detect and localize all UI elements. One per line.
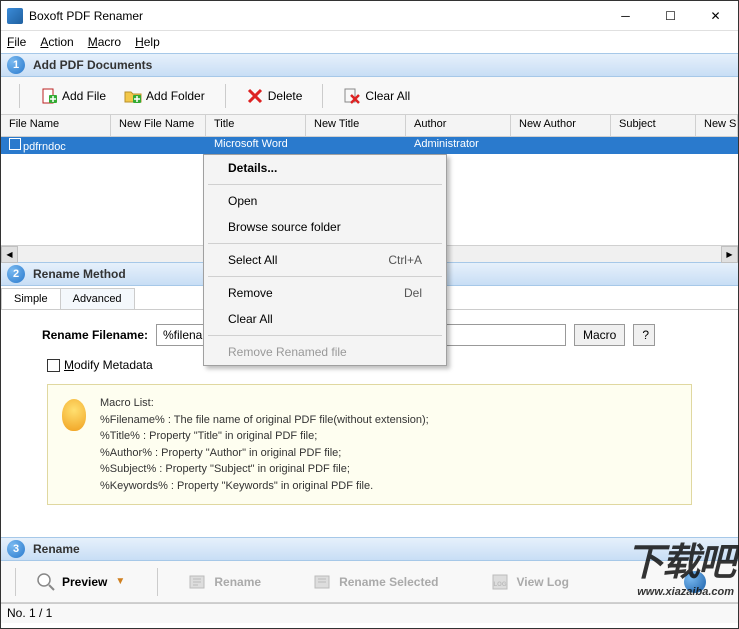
- rename-selected-label: Rename Selected: [339, 575, 438, 589]
- menubar: File Action Macro Help: [1, 31, 738, 53]
- th-new-file-name[interactable]: New File Name: [111, 115, 206, 136]
- macro-info-box: Macro List: %Filename% : The file name o…: [47, 384, 692, 505]
- macro-list-header: Macro List:: [100, 395, 429, 412]
- round-button[interactable]: [684, 571, 706, 593]
- table-header: File Name New File Name Title New Title …: [1, 115, 738, 137]
- th-new-title[interactable]: New Title: [306, 115, 406, 136]
- th-author[interactable]: Author: [406, 115, 511, 136]
- cm-details[interactable]: Details...: [204, 155, 446, 181]
- modify-metadata-label: Modify Metadata: [64, 358, 153, 372]
- th-title[interactable]: Title: [206, 115, 306, 136]
- statusbar: No. 1 / 1: [1, 603, 738, 623]
- macro-keywords: %Keywords% : Property "Keywords" in orig…: [100, 478, 429, 495]
- dropdown-arrow-icon[interactable]: ▼: [113, 576, 127, 587]
- rename-selected-button[interactable]: Rename Selected: [303, 566, 448, 598]
- th-file-name[interactable]: File Name: [1, 115, 111, 136]
- section-label-2: Rename Method: [33, 267, 126, 281]
- td-new-title: [306, 137, 406, 154]
- cm-remove[interactable]: RemoveDel: [204, 280, 446, 306]
- td-new-file-name: [111, 137, 206, 154]
- tab-simple[interactable]: Simple: [1, 288, 61, 309]
- view-log-label: View Log: [516, 575, 568, 589]
- section-header-add-pdf: 1 Add PDF Documents: [1, 53, 738, 77]
- td-subject: [611, 137, 696, 154]
- scroll-left-icon[interactable]: ◀: [1, 246, 18, 263]
- close-button[interactable]: ✕: [693, 2, 738, 30]
- tab-advanced[interactable]: Advanced: [60, 288, 135, 309]
- scroll-right-icon[interactable]: ▶: [721, 246, 738, 263]
- cm-clear-all[interactable]: Clear All: [204, 306, 446, 332]
- cm-remove-renamed: Remove Renamed file: [204, 339, 446, 365]
- clear-all-button[interactable]: Clear All: [335, 83, 418, 109]
- context-menu: Details... Open Browse source folder Sel…: [203, 154, 447, 366]
- section-label-3: Rename: [33, 542, 80, 556]
- menu-help[interactable]: Help: [135, 35, 160, 49]
- macro-author: %Author% : Property "Author" in original…: [100, 445, 429, 462]
- status-text: No. 1 / 1: [7, 606, 52, 620]
- rename-button[interactable]: Rename: [178, 566, 271, 598]
- section-number-3: 3: [7, 540, 25, 558]
- view-log-button[interactable]: LOG View Log: [480, 566, 578, 598]
- rename-icon: [188, 572, 208, 592]
- th-new-author[interactable]: New Author: [511, 115, 611, 136]
- log-icon: LOG: [490, 572, 510, 592]
- clear-all-icon: [343, 87, 361, 105]
- macro-filename: %Filename% : The file name of original P…: [100, 412, 429, 429]
- clear-all-label: Clear All: [365, 89, 410, 103]
- svg-text:LOG: LOG: [494, 582, 507, 588]
- th-subject[interactable]: Subject: [611, 115, 696, 136]
- section-header-rename: 3 Rename: [1, 537, 738, 561]
- section-label-1: Add PDF Documents: [33, 58, 152, 72]
- bottom-toolbar: Preview ▼ Rename Rename Selected LOG Vie…: [1, 561, 738, 603]
- td-file-name: pdfrndoc: [1, 137, 111, 154]
- cm-browse-source[interactable]: Browse source folder: [204, 214, 446, 240]
- table-row[interactable]: pdfrndoc Microsoft Word Administrator: [1, 137, 738, 154]
- delete-button[interactable]: Delete: [238, 83, 311, 109]
- section-number-1: 1: [7, 56, 25, 74]
- help-button[interactable]: ?: [633, 324, 655, 346]
- th-new-subject[interactable]: New S: [696, 115, 738, 136]
- modify-metadata-checkbox[interactable]: [47, 359, 60, 372]
- add-file-label: Add File: [62, 89, 106, 103]
- rename-filename-label: Rename Filename:: [13, 328, 148, 342]
- bulb-icon: [62, 399, 86, 431]
- toolbar-add: Add File Add Folder Delete Clear All: [1, 77, 738, 115]
- macro-title: %Title% : Property "Title" in original P…: [100, 428, 429, 445]
- app-icon: [7, 8, 23, 24]
- td-title: Microsoft Word: [206, 137, 306, 154]
- cm-open[interactable]: Open: [204, 188, 446, 214]
- add-file-button[interactable]: Add File: [32, 83, 114, 109]
- section-number-2: 2: [7, 265, 25, 283]
- menu-action[interactable]: Action: [40, 35, 73, 49]
- menu-file[interactable]: File: [7, 35, 26, 49]
- delete-icon: [246, 87, 264, 105]
- add-folder-label: Add Folder: [146, 89, 205, 103]
- macro-subject: %Subject% : Property "Subject" in origin…: [100, 461, 429, 478]
- titlebar: Boxoft PDF Renamer ─ ☐ ✕: [1, 1, 738, 31]
- preview-label: Preview: [62, 575, 107, 589]
- minimize-button[interactable]: ─: [603, 2, 648, 30]
- preview-button[interactable]: Preview ▼: [26, 566, 137, 598]
- magnifier-icon: [36, 572, 56, 592]
- td-author: Administrator: [406, 137, 511, 154]
- rename-selected-icon: [313, 572, 333, 592]
- cm-select-all[interactable]: Select AllCtrl+A: [204, 247, 446, 273]
- maximize-button[interactable]: ☐: [648, 2, 693, 30]
- rename-label: Rename: [214, 575, 261, 589]
- td-new-author: [511, 137, 611, 154]
- menu-macro[interactable]: Macro: [88, 35, 121, 49]
- delete-label: Delete: [268, 89, 303, 103]
- add-folder-icon: [124, 87, 142, 105]
- add-folder-button[interactable]: Add Folder: [116, 83, 213, 109]
- add-file-icon: [40, 87, 58, 105]
- window-title: Boxoft PDF Renamer: [29, 9, 603, 23]
- macro-button[interactable]: Macro: [574, 324, 625, 346]
